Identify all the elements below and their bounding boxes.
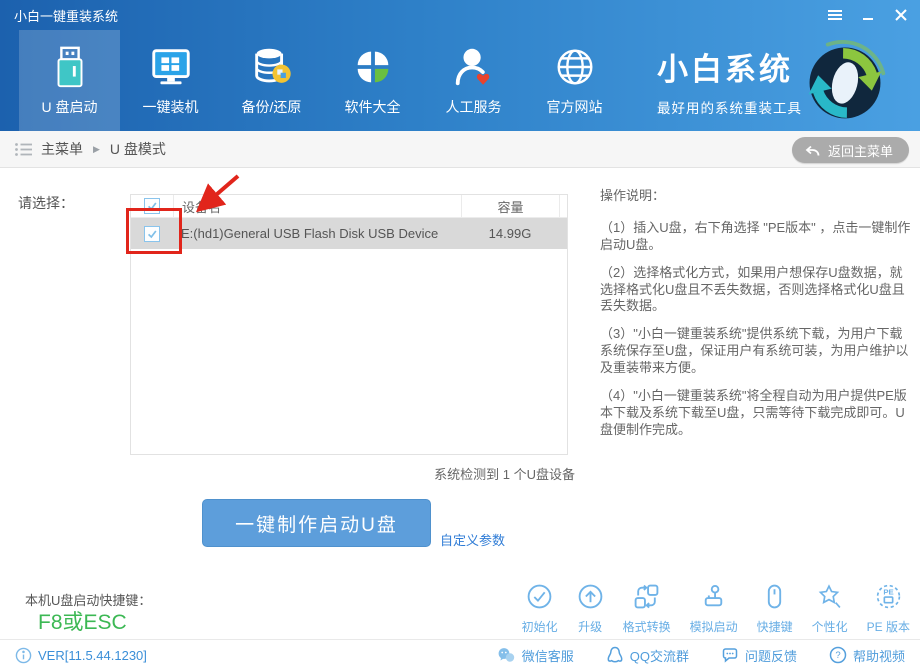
capacity-header: 容量 bbox=[461, 195, 559, 217]
back-button-label: 返回主菜单 bbox=[828, 141, 893, 160]
hotkey-mouse-icon bbox=[761, 583, 788, 613]
tool-upgrade[interactable]: 升级 bbox=[577, 583, 604, 635]
app-header: 小白一键重装系统 U 盘启动 bbox=[0, 0, 920, 131]
nav-label: 人工服务 bbox=[446, 97, 502, 117]
format-convert-icon bbox=[633, 583, 660, 613]
device-table: 设备名 容量 E:(hd1)General USB Flash Disk USB… bbox=[130, 194, 568, 455]
tool-personalize[interactable]: 个性化 bbox=[812, 583, 848, 635]
menu-icon[interactable] bbox=[826, 6, 844, 24]
pe-version-icon: PE bbox=[875, 583, 902, 613]
tool-label: 格式转换 bbox=[623, 618, 671, 635]
software-collection-icon bbox=[350, 44, 396, 90]
tool-label: 快捷键 bbox=[757, 618, 793, 635]
backup-restore-icon bbox=[249, 44, 295, 90]
back-arrow-icon bbox=[805, 144, 820, 157]
main-nav: U 盘启动 一键装机 备份/还原 软件大全 bbox=[19, 30, 625, 131]
brand-block: 小白系统 最好用的系统重装工具 bbox=[657, 44, 802, 117]
nav-item-software-collection[interactable]: 软件大全 bbox=[322, 30, 423, 131]
breadcrumb: 主菜单 ▶ U 盘模式 返回主菜单 bbox=[0, 131, 920, 168]
svg-text:PE: PE bbox=[883, 587, 893, 596]
help-video-icon: ? bbox=[829, 646, 847, 664]
brand-tagline: 最好用的系统重装工具 bbox=[657, 97, 802, 117]
custom-params-link[interactable]: 自定义参数 bbox=[440, 530, 505, 549]
menu-list-icon bbox=[15, 142, 32, 157]
breadcrumb-current: U 盘模式 bbox=[110, 139, 166, 159]
table-gutter bbox=[559, 195, 567, 217]
version-info: VER[11.5.44.1230] bbox=[15, 647, 147, 664]
feedback-link[interactable]: 问题反馈 bbox=[721, 646, 797, 665]
instructions-panel: 操作说明： （1）插入U盘，右下角选择 "PE版本" ，点击一键制作启动U盘。 … bbox=[600, 188, 915, 450]
tool-hotkeys[interactable]: 快捷键 bbox=[757, 583, 793, 635]
status-link-label: QQ交流群 bbox=[630, 646, 689, 665]
back-to-main-menu-button[interactable]: 返回主菜单 bbox=[792, 137, 909, 163]
tool-label: 模拟启动 bbox=[690, 618, 738, 635]
qq-group-link[interactable]: QQ交流群 bbox=[606, 646, 689, 665]
wechat-icon bbox=[497, 646, 516, 664]
usb-drive-icon bbox=[47, 44, 93, 90]
status-link-label: 帮助视频 bbox=[853, 646, 905, 665]
instruction-step: （4）"小白一键重装系统"将全程自动为用户提供PE版本下载及系统下载至U盘，只需… bbox=[600, 388, 915, 439]
device-name-cell: E:(hd1)General USB Flash Disk USB Device bbox=[173, 226, 461, 241]
tool-format-convert[interactable]: 格式转换 bbox=[623, 583, 671, 635]
nav-label: 一键装机 bbox=[143, 97, 199, 117]
nav-item-one-click-install[interactable]: 一键装机 bbox=[120, 30, 221, 131]
simulate-boot-icon bbox=[700, 583, 727, 613]
breadcrumb-root[interactable]: 主菜单 bbox=[41, 139, 83, 159]
instruction-step: （2）选择格式化方式，如果用户想保存U盘数据，就选择格式化U盘且不丢失数据，否则… bbox=[600, 265, 915, 316]
version-text: VER[11.5.44.1230] bbox=[38, 648, 147, 663]
toolbar: 初始化 升级 格式转换 模拟启动 快捷键 个性化 PE PE 版本 bbox=[522, 583, 910, 635]
wechat-support-link[interactable]: 微信客服 bbox=[497, 646, 574, 665]
brand-name: 小白系统 bbox=[657, 44, 802, 89]
device-row[interactable]: E:(hd1)General USB Flash Disk USB Device… bbox=[131, 218, 567, 249]
app-window: 小白一键重装系统 U 盘启动 bbox=[0, 0, 920, 670]
personalize-star-icon bbox=[816, 583, 843, 613]
annotation-red-box bbox=[126, 208, 182, 254]
customer-service-icon bbox=[451, 44, 497, 90]
nav-label: 备份/还原 bbox=[242, 97, 302, 117]
official-website-icon bbox=[552, 44, 598, 90]
instructions-title: 操作说明： bbox=[600, 188, 915, 205]
tool-simulate-boot[interactable]: 模拟启动 bbox=[690, 583, 738, 635]
tool-pe-version[interactable]: PE PE 版本 bbox=[867, 583, 910, 635]
tool-initialize[interactable]: 初始化 bbox=[522, 583, 558, 635]
statusbar: VER[11.5.44.1230] 微信客服 QQ交流群 问题反馈 bbox=[0, 639, 920, 670]
tool-label: PE 版本 bbox=[867, 618, 910, 635]
instruction-step: （1）插入U盘，右下角选择 "PE版本" ，点击一键制作启动U盘。 bbox=[600, 220, 915, 254]
nav-label: 软件大全 bbox=[345, 97, 401, 117]
help-video-link[interactable]: ? 帮助视频 bbox=[829, 646, 905, 665]
nav-label: U 盘启动 bbox=[42, 97, 98, 117]
tool-label: 升级 bbox=[578, 618, 602, 635]
upgrade-arrow-icon bbox=[577, 583, 604, 613]
breadcrumb-separator-icon: ▶ bbox=[93, 144, 100, 155]
app-title: 小白一键重装系统 bbox=[14, 6, 118, 25]
close-icon[interactable] bbox=[892, 6, 910, 24]
select-label: 请选择： bbox=[18, 193, 74, 213]
instruction-step: （3）"小白一键重装系统"提供系统下载，为用户下载系统保存至U盘，保证用户有系统… bbox=[600, 326, 915, 377]
window-controls bbox=[826, 6, 910, 24]
svg-text:?: ? bbox=[835, 650, 840, 661]
minimize-icon[interactable] bbox=[859, 6, 877, 24]
info-icon bbox=[15, 647, 32, 664]
nav-item-usb-boot[interactable]: U 盘启动 bbox=[19, 30, 120, 131]
make-boot-usb-button[interactable]: 一键制作启动U盘 bbox=[202, 499, 431, 547]
annotation-red-arrow bbox=[189, 173, 241, 217]
tool-label: 个性化 bbox=[812, 618, 848, 635]
detection-status-text: 系统检测到 1 个U盘设备 bbox=[130, 464, 575, 483]
feedback-icon bbox=[721, 646, 739, 664]
nav-item-official-website[interactable]: 官方网站 bbox=[524, 30, 625, 131]
qq-icon bbox=[606, 646, 624, 664]
nav-item-customer-service[interactable]: 人工服务 bbox=[423, 30, 524, 131]
titlebar: 小白一键重装系统 bbox=[0, 0, 920, 30]
tool-label: 初始化 bbox=[522, 618, 558, 635]
xiaobai-logo bbox=[799, 35, 891, 127]
nav-item-backup-restore[interactable]: 备份/还原 bbox=[221, 30, 322, 131]
device-capacity-cell: 14.99G bbox=[461, 226, 559, 241]
nav-label: 官方网站 bbox=[547, 97, 603, 117]
status-link-label: 微信客服 bbox=[522, 646, 574, 665]
hotkey-value: F8或ESC bbox=[38, 606, 127, 636]
init-check-icon bbox=[526, 583, 553, 613]
status-link-label: 问题反馈 bbox=[745, 646, 797, 665]
monitor-install-icon bbox=[148, 44, 194, 90]
status-links: 微信客服 QQ交流群 问题反馈 ? 帮助视频 bbox=[497, 646, 905, 665]
